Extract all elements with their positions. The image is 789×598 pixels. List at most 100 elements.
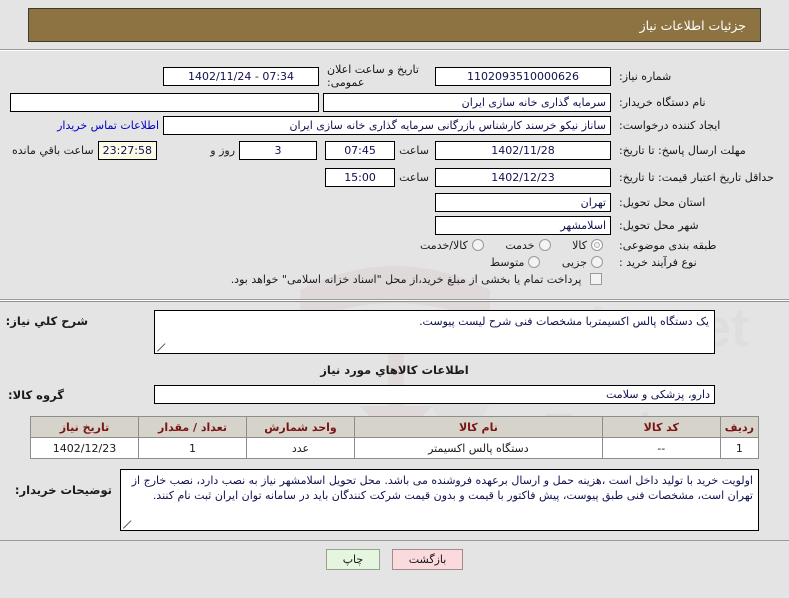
min-valid-time-label: ساعت bbox=[399, 171, 429, 184]
process-label: نوع فرآیند خرید : bbox=[619, 256, 697, 269]
cell-unit: عدد bbox=[246, 437, 355, 459]
min-valid-label: حداقل تاریخ اعتبار قیمت: تا تاریخ: bbox=[619, 171, 774, 184]
items-table-header-row: ردیف کد کالا نام کالا واحد شمارش تعداد /… bbox=[30, 416, 760, 438]
remaining-days-label: روز و bbox=[210, 144, 236, 157]
goods-group-row: دارو، پزشکی و سلامت گروه کالا: bbox=[8, 383, 781, 412]
form-row-category: طبقه بندی موضوعی: کالا خدمت کالا/خدمت bbox=[8, 237, 781, 254]
buyer-org-label: نام دستگاه خریدار: bbox=[619, 96, 706, 109]
creator-label: ایجاد کننده درخواست: bbox=[619, 119, 721, 132]
col-need-date: تاریخ نیاز bbox=[30, 416, 139, 438]
back-button[interactable]: بازگشت bbox=[391, 549, 464, 570]
form-row-deadline: مهلت ارسال پاسخ: تا تاریخ: 1402/11/28 سا… bbox=[8, 137, 781, 164]
countdown-clock: 23:27:58 bbox=[97, 141, 158, 160]
form-row-creator: ایجاد کننده درخواست: ساناز نیکو خرسند کا… bbox=[8, 114, 781, 137]
treasury-checkbox-icon[interactable] bbox=[590, 273, 602, 285]
print-button[interactable]: چاپ bbox=[325, 549, 381, 570]
form-row-city: شهر محل تحویل: اسلامشهر bbox=[8, 214, 781, 237]
process-option-medium-label: متوسط bbox=[489, 256, 525, 269]
buyer-contact-link[interactable]: اطلاعات تماس خریدار bbox=[57, 119, 159, 132]
process-option-minor-label: جزیی bbox=[561, 256, 587, 269]
form-row-treasury: پرداخت تمام یا بخشی از مبلغ خرید،از محل … bbox=[8, 271, 781, 288]
col-code: کد کالا bbox=[601, 416, 721, 438]
goods-section-title: اطلاعات كالاهاي مورد نياز bbox=[320, 363, 469, 377]
deadline-label: مهلت ارسال پاسخ: تا تاریخ: bbox=[619, 144, 746, 157]
radio-icon[interactable] bbox=[591, 239, 603, 251]
col-quantity: تعداد / مقدار bbox=[138, 416, 247, 438]
goods-group-label: گروه کالا: bbox=[8, 387, 64, 402]
cell-name: دستگاه پالس اکسیمتر bbox=[354, 437, 603, 459]
resize-grip-icon[interactable] bbox=[157, 343, 166, 352]
min-valid-time[interactable]: 15:00 bbox=[325, 168, 396, 187]
cell-quantity: 1 bbox=[138, 437, 247, 459]
footer-actions: بازگشت چاپ bbox=[0, 540, 789, 570]
form-row-process: نوع فرآیند خرید : جزیی متوسط bbox=[8, 254, 781, 271]
items-table-head: ردیف کد کالا نام کالا واحد شمارش تعداد /… bbox=[30, 416, 760, 438]
col-name: نام کالا bbox=[354, 416, 603, 438]
deadline-time-group: ساعت 07:45 bbox=[323, 139, 431, 162]
province-value[interactable]: تهران bbox=[435, 193, 611, 212]
min-valid-time-group: ساعت 15:00 bbox=[323, 166, 431, 189]
resize-grip-icon[interactable] bbox=[123, 520, 132, 529]
form-row-buyer-org: نام دستگاه خریدار: سرمایه گذاری خانه ساز… bbox=[8, 91, 781, 114]
city-label: شهر محل تحویل: bbox=[619, 219, 699, 232]
deadline-time-label: ساعت bbox=[399, 144, 429, 157]
announce-label: تاریخ و ساعت اعلان عمومی: bbox=[327, 63, 419, 89]
table-row: 1 -- دستگاه پالس اکسیمتر عدد 1 1402/12/2… bbox=[30, 437, 760, 459]
buyer-notes-textarea[interactable]: اولویت خرید با تولید داخل است ،هزینه حمل… bbox=[120, 469, 759, 531]
category-option-service[interactable]: خدمت bbox=[505, 239, 554, 252]
general-description-section: یک دستگاه پالس اکسیمتربا مشخصات فنی شرح … bbox=[0, 302, 789, 412]
province-label: استان محل تحویل: bbox=[619, 196, 706, 209]
treasury-checkbox-label: پرداخت تمام یا بخشی از مبلغ خرید،از محل … bbox=[230, 273, 582, 286]
radio-icon[interactable] bbox=[471, 239, 484, 251]
process-option-medium[interactable]: متوسط bbox=[490, 256, 545, 269]
radio-icon[interactable] bbox=[528, 256, 541, 268]
need-number-value[interactable]: 1102093510000626 bbox=[435, 66, 611, 86]
announce-value[interactable]: 1402/11/24 - 07:34 bbox=[163, 66, 320, 86]
form-row-province: استان محل تحویل: تهران bbox=[8, 191, 781, 214]
form-table: شماره نیاز: 1102093510000626 تاریخ و ساع… bbox=[8, 61, 781, 288]
page-title: جزئیات اطلاعات نیاز bbox=[28, 8, 761, 42]
buyer-notes-value: اولویت خرید با تولید داخل است ،هزینه حمل… bbox=[131, 474, 753, 502]
goods-group-value[interactable]: دارو، پزشکی و سلامت bbox=[154, 385, 715, 404]
radio-icon[interactable] bbox=[538, 239, 551, 251]
process-option-minor[interactable]: جزیی bbox=[562, 256, 607, 269]
city-value[interactable]: اسلامشهر bbox=[435, 216, 611, 235]
deadline-date[interactable]: 1402/11/28 bbox=[435, 141, 611, 160]
form-row-need-number: شماره نیاز: 1102093510000626 تاریخ و ساع… bbox=[8, 61, 781, 91]
min-valid-date[interactable]: 1402/12/23 bbox=[435, 168, 611, 187]
buyer-notes-section: اولویت خرید با تولید داخل است ،هزینه حمل… bbox=[0, 459, 789, 531]
general-description-value: یک دستگاه پالس اکسیمتربا مشخصات فنی شرح … bbox=[419, 315, 709, 328]
page-root: جزئیات اطلاعات نیاز شماره نیاز: 11020935… bbox=[0, 0, 789, 570]
category-label: طبقه بندی موضوعی: bbox=[619, 239, 717, 252]
category-option-service-label: خدمت bbox=[505, 239, 535, 252]
need-info-form: شماره نیاز: 1102093510000626 تاریخ و ساع… bbox=[0, 51, 789, 292]
col-row-no: ردیف bbox=[719, 416, 760, 438]
items-table: ردیف کد کالا نام کالا واحد شمارش تعداد /… bbox=[30, 416, 760, 459]
header-region: جزئیات اطلاعات نیاز bbox=[0, 0, 789, 42]
countdown-suffix: ساعت باقي مانده bbox=[12, 144, 94, 157]
form-row-min-validity: حداقل تاریخ اعتبار قیمت: تا تاریخ: 1402/… bbox=[8, 164, 781, 191]
buyer-org-value[interactable]: سرمایه گذاری خانه سازی ایران bbox=[323, 93, 611, 112]
general-description-textarea[interactable]: یک دستگاه پالس اکسیمتربا مشخصات فنی شرح … bbox=[154, 310, 715, 354]
cell-need-date: 1402/12/23 bbox=[30, 437, 139, 459]
items-table-wrapper: ردیف کد کالا نام کالا واحد شمارش تعداد /… bbox=[0, 412, 789, 459]
category-option-goods-label: کالا bbox=[572, 239, 587, 252]
countdown-group: 23:27:58 ساعت باقي مانده bbox=[10, 139, 159, 162]
remaining-days[interactable]: 3 bbox=[239, 141, 318, 160]
cell-code: -- bbox=[601, 437, 721, 459]
deadline-time[interactable]: 07:45 bbox=[325, 141, 396, 160]
creator-value[interactable]: ساناز نیکو خرسند کارشناس بازرگانی سرمایه… bbox=[163, 116, 611, 135]
radio-icon[interactable] bbox=[591, 256, 603, 268]
cell-row-no: 1 bbox=[719, 437, 760, 459]
treasury-spacer bbox=[613, 271, 781, 288]
buyer-org-extra[interactable] bbox=[10, 93, 320, 112]
need-number-label: شماره نیاز: bbox=[619, 69, 672, 83]
buyer-notes-label: توضیحات خریدار: bbox=[14, 483, 112, 497]
general-description-row: یک دستگاه پالس اکسیمتربا مشخصات فنی شرح … bbox=[6, 310, 781, 354]
buyer-notes-row: اولویت خرید با تولید داخل است ،هزینه حمل… bbox=[14, 469, 759, 531]
category-option-goods-service-label: کالا/خدمت bbox=[420, 239, 468, 252]
category-option-goods[interactable]: کالا bbox=[572, 239, 607, 252]
category-option-goods-service[interactable]: کالا/خدمت bbox=[420, 239, 488, 252]
col-unit: واحد شمارش bbox=[246, 416, 355, 438]
items-table-body: 1 -- دستگاه پالس اکسیمتر عدد 1 1402/12/2… bbox=[30, 437, 760, 459]
